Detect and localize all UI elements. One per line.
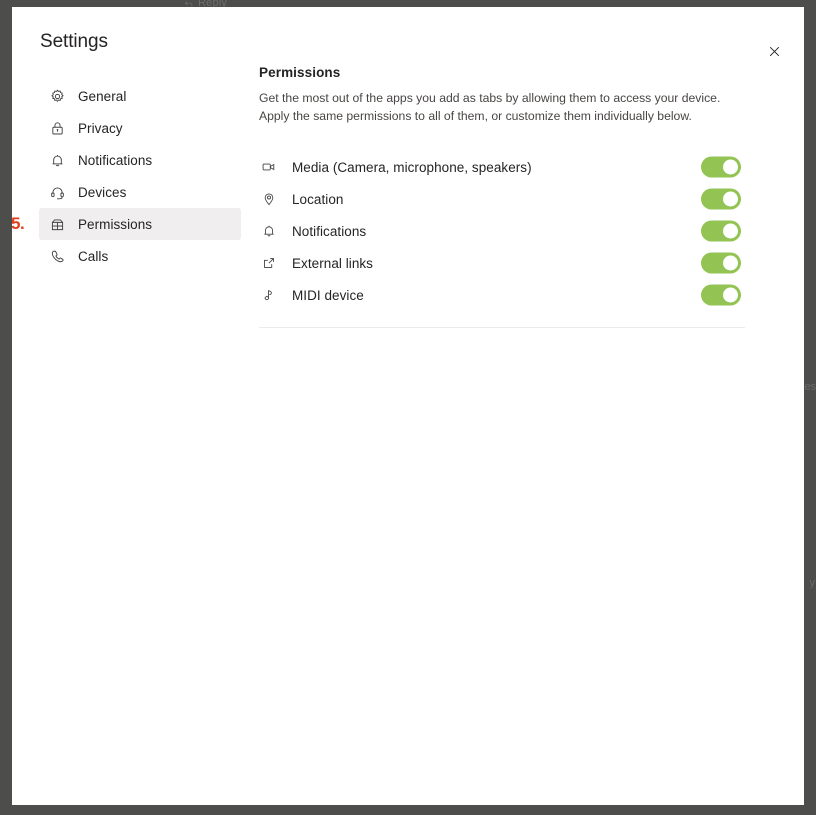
background-text-fragment-upper: es bbox=[804, 381, 816, 393]
permission-toggle-location[interactable] bbox=[701, 189, 741, 210]
list-item: Notifications bbox=[259, 215, 745, 247]
sidebar-item-calls[interactable]: Calls bbox=[39, 240, 241, 272]
list-item: Location bbox=[259, 183, 745, 215]
sidebar-item-label: General bbox=[78, 89, 126, 104]
sidebar-item-notifications[interactable]: Notifications bbox=[39, 144, 241, 176]
sidebar-item-privacy[interactable]: Privacy bbox=[39, 112, 241, 144]
bell-icon bbox=[259, 221, 279, 241]
permissions-pane: Permissions Get the most out of the apps… bbox=[259, 65, 768, 328]
headset-icon bbox=[48, 183, 66, 201]
permission-toggle-notifications[interactable] bbox=[701, 221, 741, 242]
permission-label: Media (Camera, microphone, speakers) bbox=[292, 160, 532, 175]
settings-sidebar: General Privacy bbox=[39, 80, 241, 272]
sidebar-item-label: Permissions bbox=[78, 217, 152, 232]
list-item: Media (Camera, microphone, speakers) bbox=[259, 151, 745, 183]
toggle-knob bbox=[723, 256, 738, 271]
permission-toggle-media[interactable] bbox=[701, 157, 741, 178]
phone-icon bbox=[48, 247, 66, 265]
page-title: Settings bbox=[40, 31, 108, 53]
video-camera-icon bbox=[259, 157, 279, 177]
external-link-icon bbox=[259, 253, 279, 273]
background-text-fragment-lower: y bbox=[810, 577, 816, 589]
list-item: MIDI device bbox=[259, 279, 745, 311]
lock-icon bbox=[48, 119, 66, 137]
location-pin-icon bbox=[259, 189, 279, 209]
close-icon bbox=[768, 45, 781, 61]
section-divider bbox=[259, 327, 745, 328]
step-marker: 5. bbox=[12, 214, 24, 234]
sidebar-item-permissions[interactable]: 5. Permissions bbox=[39, 208, 241, 240]
sidebar-item-devices[interactable]: Devices bbox=[39, 176, 241, 208]
pane-description-line-1: Get the most out of the apps you add as … bbox=[259, 91, 720, 105]
permission-label: External links bbox=[292, 256, 373, 271]
sidebar-item-label: Calls bbox=[78, 249, 108, 264]
settings-dialog: Settings General bbox=[12, 7, 804, 805]
sidebar-item-label: Privacy bbox=[78, 121, 123, 136]
bell-icon bbox=[48, 151, 66, 169]
permission-label: Location bbox=[292, 192, 343, 207]
toggle-knob bbox=[723, 160, 738, 175]
pane-heading: Permissions bbox=[259, 65, 768, 80]
toggle-knob bbox=[723, 192, 738, 207]
toggle-knob bbox=[723, 288, 738, 303]
sidebar-item-general[interactable]: General bbox=[39, 80, 241, 112]
permission-toggle-midi-device[interactable] bbox=[701, 285, 741, 306]
toggle-knob bbox=[723, 224, 738, 239]
gear-icon bbox=[48, 87, 66, 105]
permission-label: MIDI device bbox=[292, 288, 364, 303]
permission-label: Notifications bbox=[292, 224, 366, 239]
pane-description-line-2: Apply the same permissions to all of the… bbox=[259, 109, 692, 123]
pane-description: Get the most out of the apps you add as … bbox=[259, 89, 729, 125]
list-item: External links bbox=[259, 247, 745, 279]
permissions-icon bbox=[48, 215, 66, 233]
music-note-icon bbox=[259, 285, 279, 305]
permission-toggle-external-links[interactable] bbox=[701, 253, 741, 274]
sidebar-item-label: Devices bbox=[78, 185, 126, 200]
sidebar-item-label: Notifications bbox=[78, 153, 152, 168]
permissions-list: Media (Camera, microphone, speakers) Loc… bbox=[259, 151, 768, 311]
